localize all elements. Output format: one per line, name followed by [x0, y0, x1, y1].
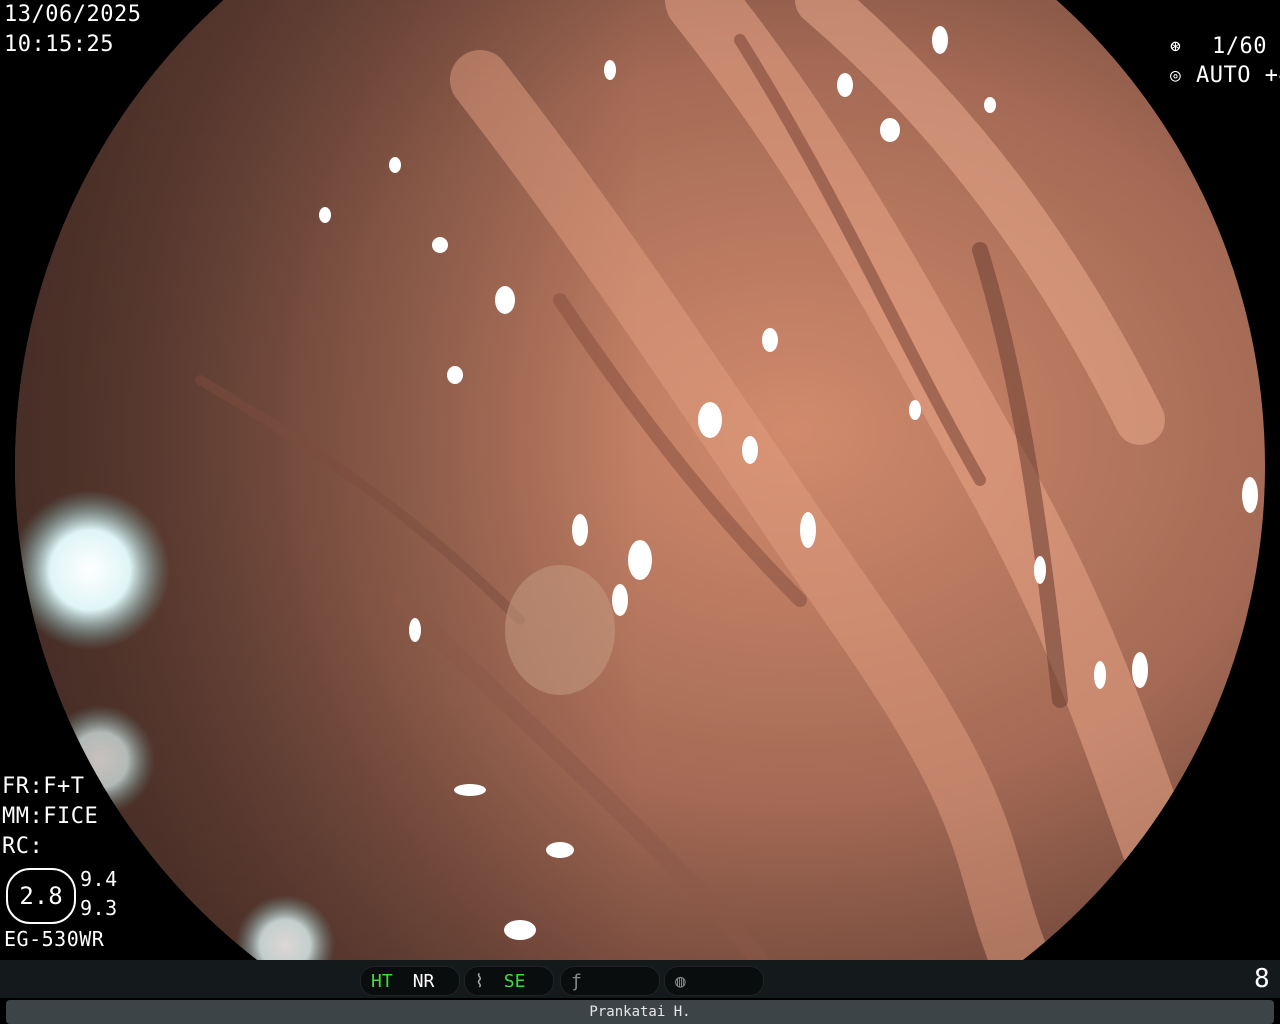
ht-nr-indicator: HT NR	[360, 966, 460, 996]
page-number: 8	[1254, 964, 1271, 994]
mode-icon: ◍	[675, 970, 686, 992]
value-bottom: 9.3	[80, 896, 118, 920]
aperture-icon: ⊛	[1170, 36, 1182, 57]
value-top: 9.4	[80, 867, 118, 891]
mm-setting: MM:FICE	[2, 804, 99, 829]
function-indicator: ƒ	[560, 966, 660, 996]
patient-name-bar: Prankatai H.	[6, 1000, 1274, 1024]
scope-model: EG-530WR	[4, 927, 105, 951]
mode-indicator: ◍	[664, 966, 764, 996]
nr-label: NR	[412, 970, 435, 992]
se-indicator: ⌇ SE	[464, 966, 554, 996]
endoscopic-image	[15, 0, 1265, 960]
curve-icon: ⌇	[475, 970, 484, 992]
shutter-speed: 1/60	[1212, 34, 1267, 59]
ht-label: HT	[371, 970, 393, 992]
function-icon: ƒ	[571, 970, 582, 992]
zoom-indicator: 2.8	[6, 868, 76, 924]
iris-mode: AUTO +4	[1196, 63, 1280, 88]
fr-setting: FR:F+T	[2, 774, 85, 799]
date-label: 13/06/2025	[4, 2, 142, 27]
time-label: 10:15:25	[4, 32, 114, 57]
rc-setting: RC:	[2, 834, 44, 859]
iris-icon: ◎	[1170, 65, 1182, 86]
se-label: SE	[503, 970, 526, 992]
